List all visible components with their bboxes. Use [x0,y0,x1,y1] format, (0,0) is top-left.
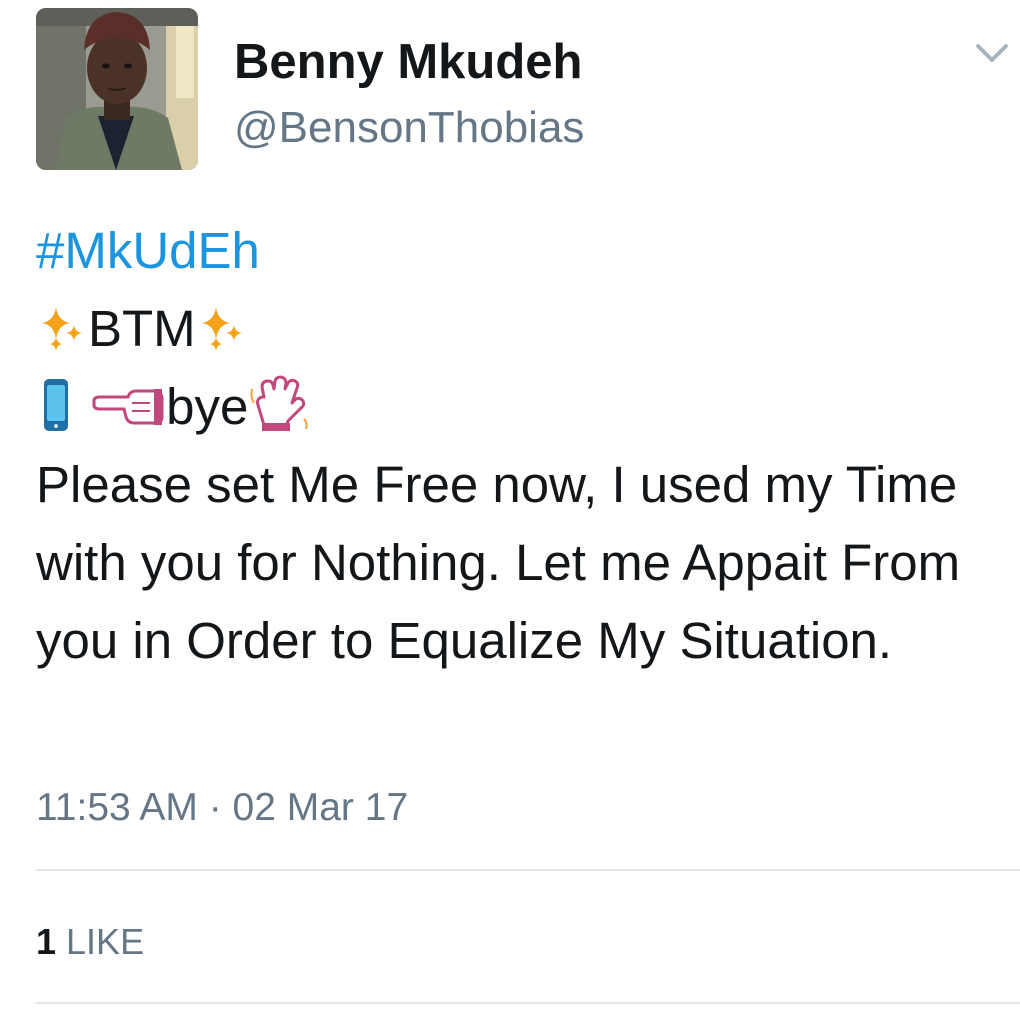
likes-stat[interactable]: 1 LIKE [36,914,144,970]
hashtag-line: #MkUdEh [36,212,1006,290]
sparkles-icon [196,297,248,357]
profile-avatar[interactable] [36,8,198,170]
pointing-left-icon [90,375,166,435]
btm-text: BTM [88,300,196,357]
chevron-down-icon[interactable] [972,38,1012,68]
tweet-body-text: Please set Me Free now, I used my Time w… [36,456,961,669]
waving-hand-icon [248,375,312,435]
like-label: LIKE [66,921,145,962]
hashtag-link[interactable]: #MkUdEh [36,222,260,279]
sparkles-icon [36,297,88,357]
bye-line: bye [36,368,1006,446]
user-handle[interactable]: @BensonThobias [234,100,584,156]
mobile-phone-icon [36,375,76,435]
bye-text: bye [166,378,249,435]
tweet-text: #MkUdEh BTM bye Please set Me Free now, … [36,212,1006,680]
btm-line: BTM [36,290,1006,368]
display-name[interactable]: Benny Mkudeh [234,32,582,92]
tweet-timestamp[interactable]: 11:53 AM · 02 Mar 17 [36,780,408,836]
divider [36,869,1020,871]
like-count: 1 [36,921,57,962]
divider [36,1002,1020,1004]
